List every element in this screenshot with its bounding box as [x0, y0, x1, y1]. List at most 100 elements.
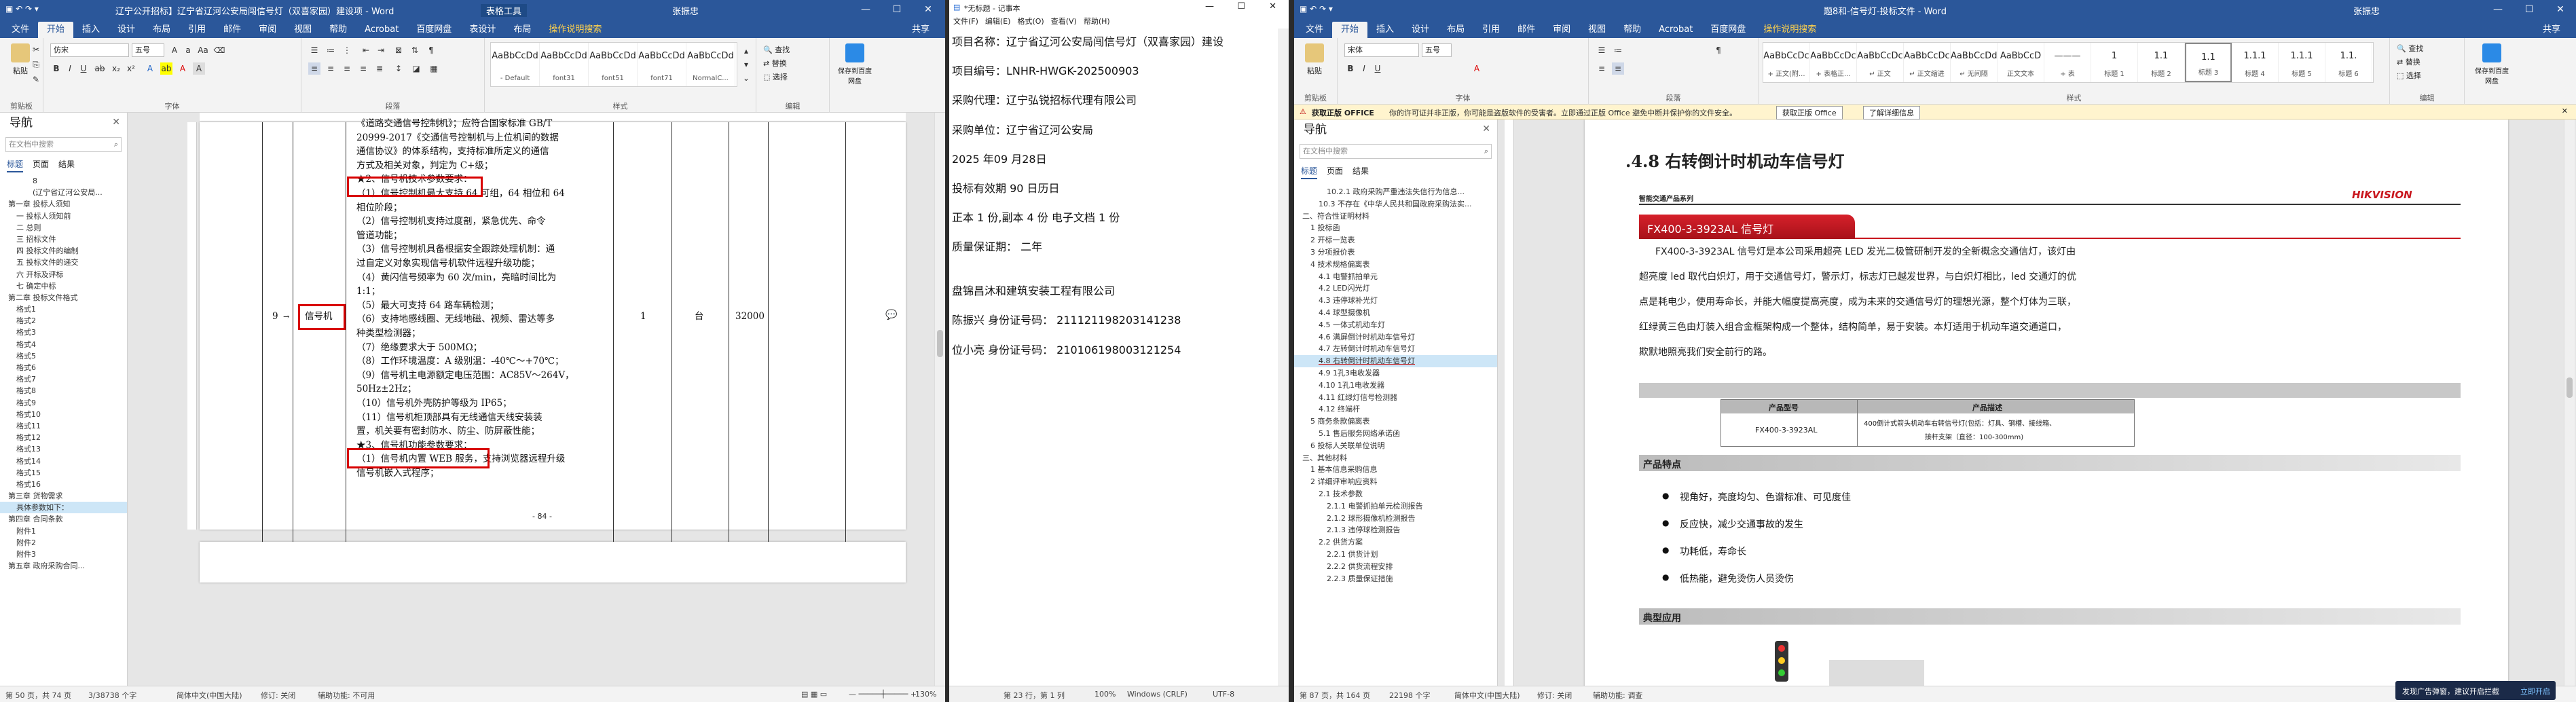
nav-item[interactable]: 2.2.2 供货流程安排	[1294, 561, 1497, 573]
replace-button[interactable]: ⇄ 替换	[763, 57, 790, 71]
nav-item[interactable]: 七 确定中标	[0, 280, 127, 292]
nav-item[interactable]: 格式6	[0, 362, 127, 373]
vertical-scrollbar[interactable]	[934, 113, 945, 686]
superscript-icon[interactable]: x²	[125, 62, 137, 75]
copy-icon[interactable]: ⎘	[30, 58, 42, 71]
search-icon[interactable]: ⌕	[1484, 145, 1488, 158]
select-button[interactable]: ⬚ 选择	[2397, 69, 2423, 83]
font-color-icon[interactable]: A	[177, 62, 189, 75]
nav-item[interactable]: 格式3	[0, 327, 127, 338]
vertical-scrollbar[interactable]	[2564, 119, 2575, 686]
style-item[interactable]: AaBbCcDd font31	[540, 43, 589, 86]
share-button[interactable]: 共享	[903, 22, 938, 38]
nav-item[interactable]: 附件2	[0, 537, 127, 549]
menu-item[interactable]: 帮助(H)	[1084, 15, 1110, 29]
tab-0[interactable]: 文件	[3, 22, 38, 38]
tab-4[interactable]: 布局	[1438, 22, 1473, 38]
nav-item[interactable]: 2.1 技术参数	[1294, 488, 1497, 500]
nav-item[interactable]: 一 投标人须知前	[0, 210, 127, 222]
quick-access-icons[interactable]: ▣ ↶ ↷ ▾	[1300, 4, 1333, 14]
tab-10[interactable]: Acrobat	[356, 22, 407, 38]
distributed-icon[interactable]: ≣	[373, 62, 386, 75]
font-name-select[interactable]: 宋体	[1344, 43, 1419, 57]
maximize-icon[interactable]: ☐	[1237, 1, 1245, 12]
maximize-icon[interactable]: ☐	[2514, 0, 2545, 19]
style-item[interactable]: AaBbCcDd - Default	[491, 43, 540, 86]
font-color-icon[interactable]: A	[1471, 62, 1483, 75]
document-page[interactable]: .4.8 右转倒计时机动车信号灯 智能交通产品系列 HIKVISION FX40…	[1585, 119, 2508, 686]
nav-item[interactable]: 1 投标函	[1294, 222, 1497, 234]
vertical-ruler[interactable]	[187, 122, 197, 530]
nav-item[interactable]: 4.6 满屏倒计时机动车信号灯	[1294, 331, 1497, 344]
minimize-icon[interactable]: —	[1205, 1, 1214, 12]
italic-icon[interactable]: I	[1358, 62, 1370, 75]
multilevel-icon[interactable]: ⋮	[341, 44, 353, 56]
nav-item[interactable]: 1 基本信息采购信息	[1294, 464, 1497, 476]
accessibility[interactable]: 辅助功能: 调查	[1593, 690, 1642, 701]
clear-format-icon[interactable]: ⌫	[213, 44, 225, 56]
nav-item[interactable]: 第三章 货物需求	[0, 490, 127, 502]
style-item[interactable]: 1.1.1 标题 4	[2232, 43, 2279, 82]
style-item[interactable]: ——— + 表	[2044, 43, 2091, 82]
style-item[interactable]: AaBbCcDc ↵ 正文	[1857, 43, 1904, 82]
replace-button[interactable]: ⇄ 替换	[2397, 56, 2423, 69]
nav-item[interactable]: 3 分项报价表	[1294, 246, 1497, 259]
comment-icon[interactable]: 💬	[885, 310, 897, 320]
nav-item[interactable]: 2.2.1 供货计划	[1294, 549, 1497, 561]
nav-item[interactable]: 具体参数如下：	[0, 502, 127, 514]
tab-7[interactable]: 审阅	[1544, 22, 1579, 38]
tab-10[interactable]: Acrobat	[1650, 22, 1701, 38]
nav-item[interactable]: 格式10	[0, 409, 127, 420]
font-size-select[interactable]: 五号	[1422, 43, 1452, 57]
close-icon[interactable]: ✕	[1269, 1, 1276, 12]
nav-item[interactable]: 第四章 合同条款	[0, 513, 127, 525]
nav-item[interactable]: 格式14	[0, 456, 127, 467]
nav-item[interactable]: 附件1	[0, 525, 127, 537]
tab-8[interactable]: 视图	[1579, 22, 1615, 38]
minimize-icon[interactable]: —	[2482, 0, 2514, 19]
subscript-icon[interactable]: x₂	[110, 62, 122, 75]
nav-item[interactable]: 格式11	[0, 420, 127, 432]
save-to-baidu-button[interactable]: 保存到百度网盘	[838, 43, 872, 86]
search-icon[interactable]: ⌕	[114, 138, 118, 151]
nav-item[interactable]: 4.3 违停球补光灯	[1294, 295, 1497, 307]
align-right-icon[interactable]: ≡	[341, 62, 353, 75]
nav-item[interactable]: 4.11 红绿灯信号检测器	[1294, 392, 1497, 404]
nav-item[interactable]: 5.1 售后服务网络承诺函	[1294, 428, 1497, 440]
next-page[interactable]	[200, 542, 906, 583]
styles-up-icon[interactable]: ▴	[740, 45, 752, 57]
zoom-slider[interactable]: — ─────┼───── +	[849, 690, 917, 699]
style-item[interactable]: 1.1 标题 3	[2185, 43, 2232, 82]
nav-close-icon[interactable]: ✕	[1482, 124, 1490, 134]
nav-item[interactable]: 2.1.1 电警抓拍单元检测报告	[1294, 500, 1497, 513]
maximize-icon[interactable]: ☐	[881, 0, 913, 19]
style-item[interactable]: AaBbCcD 正文文本	[1998, 43, 2044, 82]
style-item[interactable]: 1.1.1 标题 5	[2279, 43, 2325, 82]
underline-icon[interactable]: U	[1372, 62, 1384, 75]
nav-item[interactable]: 4.8 右转倒计时机动车信号灯	[1294, 355, 1497, 367]
nav-item[interactable]: 格式15	[0, 467, 127, 479]
nav-close-icon[interactable]: ✕	[112, 117, 120, 128]
nav-item[interactable]: 4 技术规格偏离表	[1294, 259, 1497, 271]
infobar-close-icon[interactable]: ✕	[2562, 107, 2568, 115]
tab-1[interactable]: 开始	[1332, 22, 1368, 38]
align-left-icon[interactable]: ≡	[1596, 62, 1608, 75]
strikethrough-icon[interactable]: ab	[94, 62, 106, 75]
nav-item[interactable]: 二、符合性证明材料	[1294, 210, 1497, 223]
nav-item[interactable]: 第二章 投标文件格式	[0, 292, 127, 303]
style-item[interactable]: AaBbCcDc + 表格正...	[1810, 43, 1857, 82]
tab-12[interactable]: 操作说明搜索	[1754, 22, 1825, 38]
horizontal-ruler[interactable]	[200, 113, 906, 122]
justify-icon[interactable]: ≡	[357, 62, 369, 75]
vertical-ruler[interactable]	[1505, 119, 1514, 686]
show-marks-icon[interactable]: ¶	[1712, 44, 1725, 56]
nav-item[interactable]: 2.2 供货方案	[1294, 536, 1497, 549]
ad-popup-toast[interactable]: 发现广告弹窗，建议开启拦截 立即开启	[2395, 681, 2556, 700]
nav-item[interactable]: 4.7 左转倒计时机动车信号灯	[1294, 343, 1497, 355]
tab-7[interactable]: 审阅	[250, 22, 285, 38]
char-shading-icon[interactable]: A	[193, 62, 205, 75]
notepad-text-area[interactable]: 项目名称：辽宁省辽河公安局闯信号灯（双喜家园）建设 项目编号：LNHR-HWGK-…	[952, 33, 1278, 686]
language[interactable]: 简体中文(中国大陆)	[177, 690, 242, 701]
align-left-icon[interactable]: ≡	[308, 62, 320, 75]
share-button[interactable]: 共享	[2534, 22, 2569, 38]
